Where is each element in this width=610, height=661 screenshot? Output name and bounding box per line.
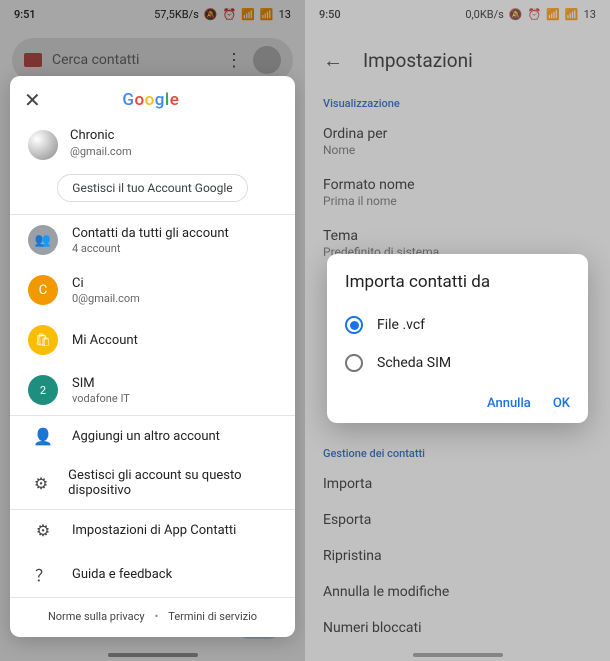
help-row[interactable]: ？ Guida e feedback bbox=[10, 551, 295, 597]
profile-name: Chronic bbox=[70, 128, 132, 143]
gear-icon: ⚙ bbox=[28, 521, 58, 540]
manage-accounts-row[interactable]: ⚙ Gestisci gli account su questo disposi… bbox=[10, 457, 295, 509]
footer-links: Norme sulla privacy • Termini di servizi… bbox=[10, 598, 295, 637]
google-logo: Google bbox=[21, 90, 281, 110]
account-avatar: 🛍 bbox=[28, 325, 58, 355]
sim-avatar: 2 bbox=[28, 375, 58, 405]
manage-account-button[interactable]: Gestisci il tuo Account Google bbox=[57, 174, 247, 202]
option-sim[interactable]: Scheda SIM bbox=[345, 344, 570, 382]
import-dialog: Importa contatti da File .vcf Scheda SIM… bbox=[327, 254, 588, 423]
account-sheet: ✕ Google Chronic @gmail.com Gestisci il … bbox=[10, 76, 295, 637]
tos-link[interactable]: Termini di servizio bbox=[168, 610, 257, 623]
add-account-row[interactable]: 👤 Aggiungi un altro account bbox=[10, 416, 295, 457]
add-person-icon: 👤 bbox=[28, 427, 58, 446]
people-icon: 👥 bbox=[28, 225, 58, 255]
screen-contacts: 9:51 57,5KB/s 🔕 ⏰ 📶 📶 13 Cerca contatti … bbox=[0, 0, 305, 661]
help-icon: ？ bbox=[28, 562, 58, 586]
ok-button[interactable]: OK bbox=[553, 396, 570, 411]
dialog-title: Importa contatti da bbox=[345, 272, 570, 292]
option-vcf[interactable]: File .vcf bbox=[345, 306, 570, 344]
radio-selected-icon[interactable] bbox=[345, 316, 363, 334]
account-row-ci[interactable]: C Ci 0@gmail.com bbox=[10, 265, 295, 315]
screen-settings: 9:50 0,0KB/s 🔕 ⏰ 📶 📶 13 ← Impostazioni V… bbox=[305, 0, 610, 661]
privacy-link[interactable]: Norme sulla privacy bbox=[48, 610, 145, 623]
radio-unselected-icon[interactable] bbox=[345, 354, 363, 372]
app-settings-row[interactable]: ⚙ Impostazioni di App Contatti bbox=[10, 510, 295, 551]
profile-avatar bbox=[28, 130, 58, 160]
manage-accounts-icon: ⚙ bbox=[28, 474, 54, 493]
profile-row[interactable]: Chronic @gmail.com bbox=[10, 118, 295, 166]
account-avatar: C bbox=[28, 275, 58, 305]
cancel-button[interactable]: Annulla bbox=[487, 396, 531, 411]
account-row-sim[interactable]: 2 SIM vodafone IT bbox=[10, 365, 295, 415]
account-row-mi[interactable]: 🛍 Mi Account bbox=[10, 315, 295, 365]
account-row-all[interactable]: 👥 Contatti da tutti gli account 4 accoun… bbox=[10, 215, 295, 265]
profile-email: @gmail.com bbox=[70, 145, 132, 158]
